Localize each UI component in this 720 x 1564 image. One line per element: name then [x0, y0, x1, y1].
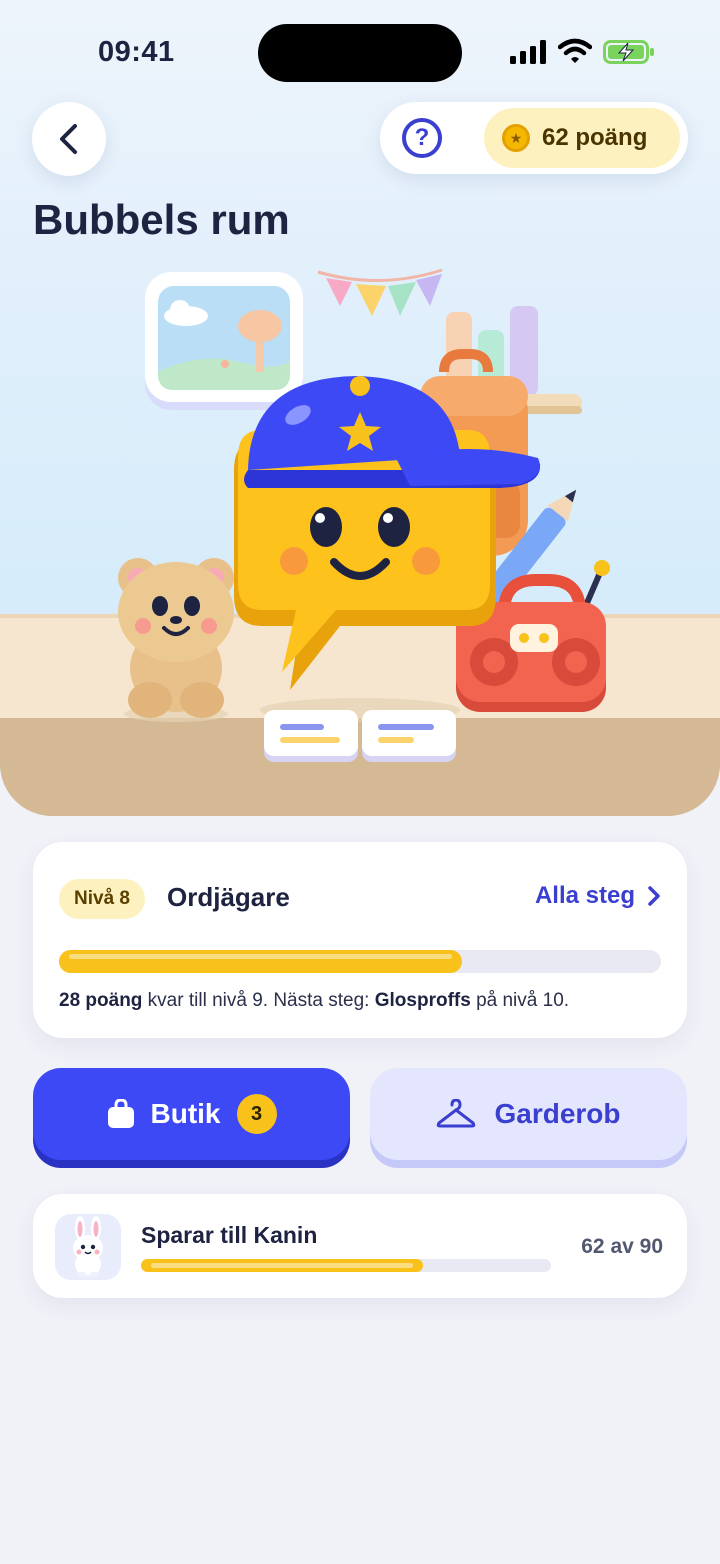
level-progress-fill: [59, 950, 463, 973]
level-title: Ordjägare: [167, 882, 290, 912]
level-card: Nivå 8 Ordjägare Alla steg 28 poäng kvar…: [33, 842, 687, 1038]
shop-count-badge: 3: [236, 1094, 277, 1134]
header-actions: ? ★ 62 poäng: [380, 102, 688, 174]
wardrobe-label: Garderob: [494, 1098, 621, 1129]
level-progress-bar: [59, 950, 661, 973]
chevron-right-icon: [648, 886, 660, 906]
level-badge: Nivå 8: [59, 879, 145, 919]
saving-goal-title: Sparar till Kanin: [141, 1222, 318, 1248]
saving-goal-card[interactable]: Sparar till Kanin 62 av 90: [33, 1194, 687, 1298]
window-picture: [145, 272, 303, 410]
bunting-flags: [317, 268, 443, 316]
points-label: 62 poäng: [542, 124, 648, 151]
star-coin-icon: ★: [502, 124, 530, 152]
shop-button[interactable]: Butik 3: [33, 1068, 350, 1160]
level-description: 28 poäng kvar till nivå 9. Nästa steg: G…: [59, 990, 570, 1011]
status-bar: 09:41: [0, 0, 720, 100]
points-chip[interactable]: ★ 62 poäng: [484, 108, 680, 168]
shop-label: Butik: [150, 1098, 221, 1129]
room-illustration: [118, 268, 610, 762]
status-time: 09:41: [98, 36, 175, 68]
dynamic-island: [258, 24, 462, 82]
cellular-signal-icon: [510, 40, 546, 64]
bunny-thumbnail: [55, 1214, 121, 1280]
help-button[interactable]: ?: [402, 118, 442, 158]
wardrobe-button[interactable]: Garderob: [370, 1068, 687, 1160]
shopping-bag-icon: [107, 1099, 134, 1128]
saving-progress-count: 62 av 90: [581, 1235, 663, 1258]
chevron-left-icon: [60, 124, 77, 154]
teddy-bear: [118, 558, 234, 722]
question-mark-icon: ?: [414, 124, 430, 151]
saving-progress-bar: [141, 1259, 551, 1272]
back-button[interactable]: [32, 102, 106, 176]
page-title: Bubbels rum: [33, 196, 290, 243]
wifi-icon: [558, 38, 592, 63]
all-steps-link[interactable]: Alla steg: [535, 882, 661, 910]
battery-charging-icon: [603, 40, 654, 64]
all-steps-label: Alla steg: [534, 882, 635, 909]
saving-progress-fill: [141, 1259, 424, 1272]
clothes-hanger-icon: [437, 1099, 476, 1128]
bunny-icon: [73, 1216, 103, 1278]
